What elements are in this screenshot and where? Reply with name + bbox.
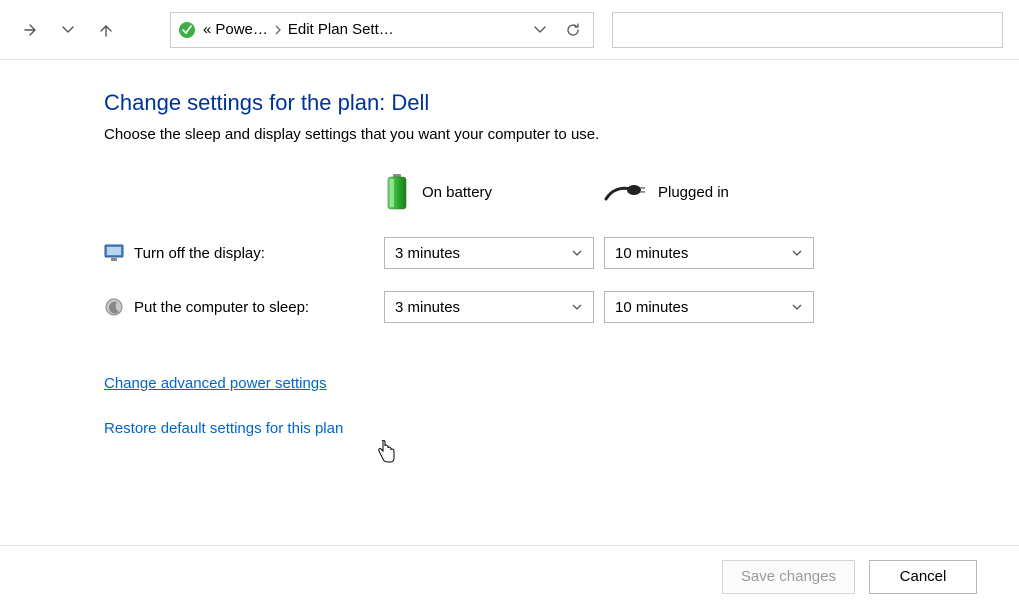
- moon-icon: [104, 297, 124, 317]
- chevron-down-icon: [571, 247, 583, 259]
- button-label: Cancel: [900, 568, 947, 585]
- chevron-down-icon: [571, 301, 583, 313]
- advanced-power-settings-link[interactable]: Change advanced power settings: [104, 375, 327, 392]
- save-changes-button: Save changes: [722, 560, 855, 594]
- main-content: Change settings for the plan: Dell Choos…: [0, 60, 1019, 545]
- battery-icon: [384, 173, 410, 211]
- breadcrumb-overflow[interactable]: «: [203, 21, 211, 38]
- row-label-text: Turn off the display:: [134, 245, 265, 262]
- monitor-icon: [104, 243, 124, 263]
- restore-defaults-link[interactable]: Restore default settings for this plan: [104, 420, 343, 437]
- row-label-sleep: Put the computer to sleep:: [104, 297, 384, 317]
- select-value: 10 minutes: [615, 299, 688, 316]
- display-plugged-select[interactable]: 10 minutes: [604, 237, 814, 269]
- address-dropdown-button[interactable]: [533, 23, 547, 37]
- page-title: Change settings for the plan: Dell: [104, 90, 1019, 116]
- display-battery-select[interactable]: 3 minutes: [384, 237, 594, 269]
- chevron-down-icon: [791, 247, 803, 259]
- row-label-display: Turn off the display:: [104, 243, 384, 263]
- forward-button[interactable]: [14, 14, 46, 46]
- column-header-plugged: Plugged in: [604, 169, 834, 215]
- search-box[interactable]: [612, 12, 1003, 48]
- refresh-button[interactable]: [565, 22, 581, 38]
- chevron-down-icon: [791, 301, 803, 313]
- up-button[interactable]: [90, 14, 122, 46]
- column-header-label: Plugged in: [658, 184, 729, 201]
- breadcrumb-item[interactable]: Edit Plan Sett…: [288, 21, 394, 38]
- chevron-right-icon: [272, 25, 284, 35]
- plug-icon: [604, 181, 646, 203]
- column-header-label: On battery: [422, 184, 492, 201]
- breadcrumb: « Powe… Edit Plan Sett…: [203, 21, 394, 38]
- cancel-button[interactable]: Cancel: [869, 560, 977, 594]
- footer-bar: Save changes Cancel: [0, 545, 1019, 607]
- select-value: 3 minutes: [395, 299, 460, 316]
- select-value: 10 minutes: [615, 245, 688, 262]
- breadcrumb-item[interactable]: Powe…: [215, 21, 268, 38]
- recent-locations-button[interactable]: [52, 14, 84, 46]
- button-label: Save changes: [741, 568, 836, 585]
- hand-cursor-icon: [376, 440, 396, 464]
- sleep-plugged-select[interactable]: 10 minutes: [604, 291, 814, 323]
- row-label-text: Put the computer to sleep:: [134, 299, 309, 316]
- sleep-battery-select[interactable]: 3 minutes: [384, 291, 594, 323]
- page-subtext: Choose the sleep and display settings th…: [104, 126, 1019, 143]
- explorer-navbar: « Powe… Edit Plan Sett…: [0, 0, 1019, 60]
- column-header-battery: On battery: [384, 169, 604, 215]
- select-value: 3 minutes: [395, 245, 460, 262]
- control-panel-icon: [175, 18, 199, 42]
- address-bar[interactable]: « Powe… Edit Plan Sett…: [170, 12, 594, 48]
